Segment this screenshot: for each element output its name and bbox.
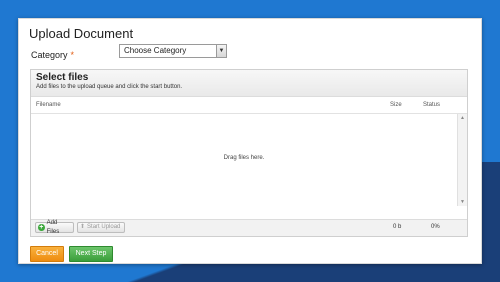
page-title: Upload Document: [29, 26, 134, 41]
start-upload-label: Start Upload: [87, 224, 121, 230]
uploader-subtitle: Add files to the upload queue and click …: [36, 84, 183, 90]
column-status: Status: [423, 102, 441, 108]
file-uploader: Select files Add files to the upload que…: [30, 69, 468, 237]
category-select-value: Choose Category: [124, 46, 187, 55]
next-step-button[interactable]: Next Step: [69, 246, 113, 262]
uploader-title: Select files: [36, 72, 89, 83]
total-status: 0%: [431, 224, 440, 230]
add-files-button[interactable]: + Add Files: [35, 220, 74, 235]
category-select[interactable]: Choose Category ▼: [119, 44, 227, 58]
chevron-down-icon[interactable]: ▼: [216, 45, 226, 57]
column-size: Size: [390, 102, 402, 108]
total-size: 0 b: [393, 224, 402, 230]
upload-arrow-icon: ⬆: [80, 224, 86, 230]
upload-document-panel: Upload Document Category * Choose Categor…: [18, 18, 482, 264]
file-list-header: Filename Size Status: [31, 97, 467, 114]
required-marker: *: [70, 50, 75, 60]
plus-icon: +: [38, 224, 45, 231]
uploader-header: Select files Add files to the upload que…: [31, 70, 467, 97]
file-drop-area[interactable]: Drag files here.: [31, 114, 457, 206]
uploader-footer: + Add Files ⬆ Start Upload 0 b 0%: [31, 219, 467, 236]
column-filename: Filename: [36, 102, 61, 108]
category-label: Category *: [31, 50, 74, 60]
file-list-scrollbar[interactable]: ▲ ▼: [457, 114, 467, 206]
drop-hint: Drag files here.: [223, 155, 265, 161]
add-files-label: Add Files: [46, 219, 60, 235]
cancel-button[interactable]: Cancel: [30, 246, 64, 262]
scroll-down-icon[interactable]: ▼: [458, 198, 467, 206]
start-upload-button[interactable]: ⬆ Start Upload: [77, 222, 125, 233]
category-label-text: Category: [31, 50, 68, 60]
scroll-up-icon[interactable]: ▲: [458, 114, 467, 122]
